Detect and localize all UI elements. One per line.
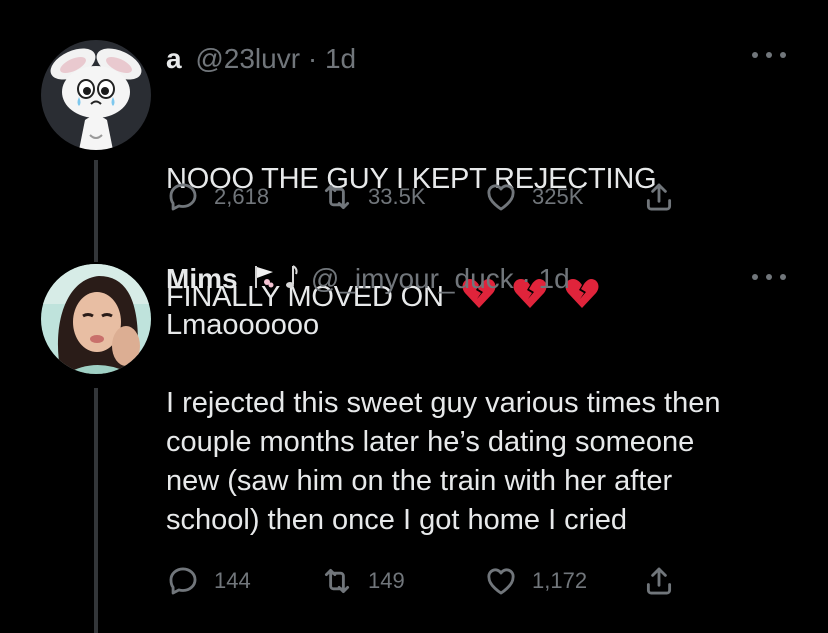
mims-avatar-image [41, 264, 151, 374]
reply-button[interactable]: 2,618 [166, 180, 269, 214]
tweet-text: Lmaoooooo I rejected this sweet guy vari… [166, 309, 721, 536]
avatar-bunny[interactable] [41, 40, 151, 150]
retweet-icon [324, 184, 350, 210]
tweet-header: Mims @_imyour_duck · 1d [166, 262, 570, 298]
share-icon [646, 183, 672, 211]
music-note-icon [285, 264, 299, 298]
reply-icon [169, 567, 197, 595]
retweet-button[interactable]: 33.5K [320, 180, 426, 214]
reply-count: 2,618 [214, 184, 270, 209]
thread-connector-line-bottom [94, 388, 98, 633]
like-button[interactable]: 325K [484, 180, 583, 214]
like-count: 1,172 [532, 568, 588, 593]
reply-button[interactable]: 144 [166, 564, 251, 598]
share-button[interactable] [642, 564, 676, 598]
retweet-count: 149 [368, 568, 405, 593]
more-options-icon[interactable] [752, 50, 786, 60]
user-handle[interactable]: @_imyour_duck [311, 263, 514, 294]
separator-dot: · [307, 43, 318, 74]
tweet-1[interactable]: a @23luvr · 1d NOOO THE GUY I KEPT REJEC… [0, 0, 828, 313]
like-icon [487, 184, 515, 211]
reply-icon [169, 183, 197, 211]
user-handle[interactable]: @23luvr [195, 43, 300, 74]
like-icon [487, 568, 515, 595]
like-button[interactable]: 1,172 [484, 564, 587, 598]
tweet-actions: 2,618 33.5K 325K [166, 180, 686, 214]
display-name[interactable]: a [166, 43, 182, 74]
thread-connector-line [94, 160, 98, 252]
display-name[interactable]: Mims [166, 263, 238, 294]
thread-connector-line-top [94, 250, 98, 262]
separator-dot: · [521, 263, 531, 294]
share-icon [646, 567, 672, 595]
retweet-count: 33.5K [368, 184, 426, 209]
reply-count: 144 [214, 568, 251, 593]
like-count: 325K [532, 184, 584, 209]
tweet-actions: 144 149 1,172 [166, 564, 686, 598]
retweet-button[interactable]: 149 [320, 564, 405, 598]
tweet-header: a @23luvr · 1d [166, 42, 356, 76]
timestamp[interactable]: 1d [325, 43, 356, 74]
avatar-mims[interactable] [41, 264, 151, 374]
more-options-icon[interactable] [752, 272, 786, 282]
bunny-avatar-image [41, 40, 151, 150]
timestamp[interactable]: 1d [539, 263, 570, 294]
share-button[interactable] [642, 180, 676, 214]
retweet-icon [324, 568, 350, 594]
tweet-2[interactable]: Mims @_imyour_duck · 1d Lmaoooooo I reje… [0, 250, 828, 633]
cherry-blossom-flag-icon [253, 264, 275, 298]
